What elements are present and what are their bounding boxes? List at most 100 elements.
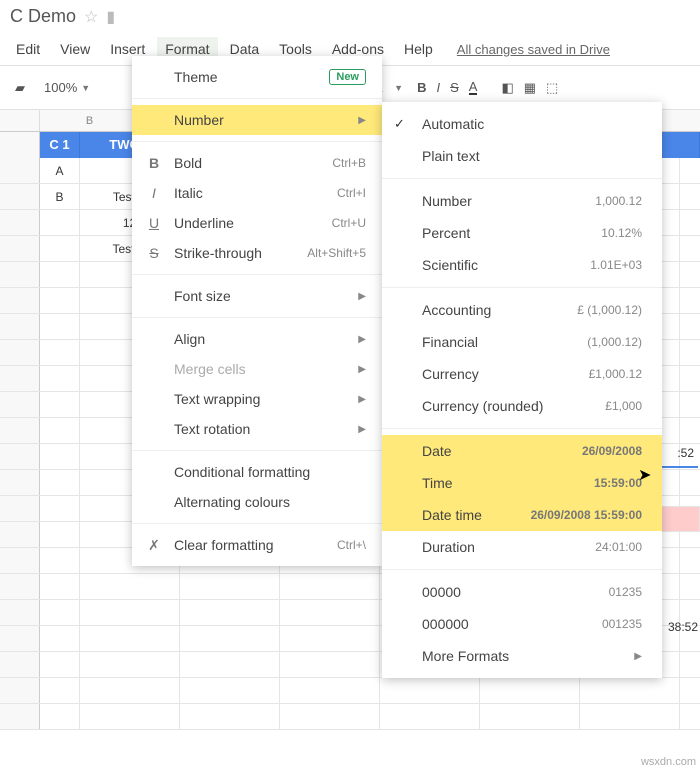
number-format-00000[interactable]: 0000001235 (382, 576, 662, 608)
zoom-control[interactable]: 100% ▼ (44, 80, 90, 95)
number-format-accounting[interactable]: Accounting£ (1,000.12) (382, 294, 662, 326)
number-format-percent[interactable]: Percent10.12% (382, 217, 662, 249)
row-number[interactable] (0, 340, 40, 365)
cell[interactable] (40, 340, 80, 365)
star-icon[interactable]: ☆ (84, 7, 98, 27)
row-number[interactable] (0, 158, 40, 183)
row-number[interactable] (0, 496, 40, 521)
number-format-automatic[interactable]: ✓Automatic (382, 108, 662, 140)
italic-button[interactable]: I (436, 80, 440, 95)
cell[interactable] (280, 678, 380, 703)
cell[interactable] (40, 496, 80, 521)
number-format-financial[interactable]: Financial(1,000.12) (382, 326, 662, 358)
cell[interactable] (180, 574, 280, 599)
cell[interactable] (480, 678, 580, 703)
cell[interactable] (40, 418, 80, 443)
cell[interactable] (80, 574, 180, 599)
cell[interactable] (40, 210, 80, 235)
number-format-more-formats[interactable]: More Formats▶ (382, 640, 662, 672)
row-number[interactable] (0, 548, 40, 573)
number-format-000000[interactable]: 000000001235 (382, 608, 662, 640)
cell[interactable] (40, 652, 80, 677)
cell[interactable] (40, 366, 80, 391)
saved-status-link[interactable]: All changes saved in Drive (457, 42, 610, 57)
number-format-duration[interactable]: Duration24:01:00 (382, 531, 662, 563)
number-format-plain-text[interactable]: Plain text (382, 140, 662, 172)
number-format-currency[interactable]: Currency£1,000.12 (382, 358, 662, 390)
row-number[interactable] (0, 704, 40, 729)
menu-font-size[interactable]: Font size ▶ (132, 281, 382, 311)
cell[interactable] (380, 704, 480, 729)
cell[interactable] (280, 600, 380, 625)
cell[interactable] (40, 392, 80, 417)
cell[interactable] (280, 652, 380, 677)
cell[interactable] (40, 262, 80, 287)
cell[interactable] (40, 444, 80, 469)
menu-bold[interactable]: B Bold Ctrl+B (132, 148, 382, 178)
data-header-c1[interactable]: C 1 (40, 132, 80, 158)
row-number[interactable] (0, 288, 40, 313)
cell[interactable] (80, 678, 180, 703)
cell[interactable] (180, 678, 280, 703)
number-format-time[interactable]: Time15:59:00 (382, 467, 662, 499)
cell[interactable] (40, 626, 80, 651)
number-format-date[interactable]: Date26/09/2008 (382, 435, 662, 467)
row-number[interactable] (0, 522, 40, 547)
corner-cell[interactable] (0, 110, 40, 131)
row-number[interactable] (0, 210, 40, 235)
row-number[interactable] (0, 444, 40, 469)
cell[interactable] (40, 704, 80, 729)
menu-strike[interactable]: S Strike-through Alt+Shift+5 (132, 238, 382, 268)
row-number[interactable] (0, 626, 40, 651)
cell[interactable] (40, 548, 80, 573)
cell[interactable] (40, 600, 80, 625)
row-number[interactable] (0, 262, 40, 287)
cell[interactable] (40, 470, 80, 495)
cell[interactable] (280, 704, 380, 729)
menu-italic[interactable]: I Italic Ctrl+I (132, 178, 382, 208)
menu-alternating[interactable]: Alternating colours (132, 487, 382, 517)
table-row[interactable] (0, 678, 700, 704)
cell[interactable] (280, 626, 380, 651)
cell[interactable] (80, 704, 180, 729)
menu-clear-formatting[interactable]: ✗ Clear formatting Ctrl+\ (132, 530, 382, 560)
row-number[interactable] (0, 184, 40, 209)
cell[interactable] (80, 652, 180, 677)
row-number[interactable] (0, 366, 40, 391)
cell[interactable] (80, 626, 180, 651)
folder-icon[interactable]: ▮ (106, 7, 115, 27)
row-number[interactable] (0, 574, 40, 599)
row-number[interactable] (0, 314, 40, 339)
cell[interactable] (180, 600, 280, 625)
text-color-button[interactable]: A (469, 81, 478, 95)
menu-conditional[interactable]: Conditional formatting (132, 457, 382, 487)
cell[interactable]: B (40, 184, 80, 209)
row-header[interactable] (0, 132, 40, 158)
row-number[interactable] (0, 678, 40, 703)
row-number[interactable] (0, 652, 40, 677)
table-row[interactable] (0, 704, 700, 730)
paint-format-icon[interactable]: ▰ (10, 80, 30, 96)
cell[interactable] (180, 652, 280, 677)
cell[interactable] (40, 288, 80, 313)
cell[interactable] (40, 314, 80, 339)
cell[interactable] (40, 522, 80, 547)
cell[interactable] (580, 704, 680, 729)
cell[interactable]: A (40, 158, 80, 183)
row-number[interactable] (0, 392, 40, 417)
cell[interactable] (580, 678, 680, 703)
number-format-number[interactable]: Number1,000.12 (382, 185, 662, 217)
row-number[interactable] (0, 236, 40, 261)
row-number[interactable] (0, 418, 40, 443)
cell[interactable] (180, 704, 280, 729)
doc-title[interactable]: C Demo (10, 6, 76, 27)
fill-color-icon[interactable]: ◧ (501, 80, 513, 96)
cell[interactable] (480, 704, 580, 729)
borders-icon[interactable]: ▦ (524, 80, 536, 96)
row-number[interactable] (0, 600, 40, 625)
number-format-date-time[interactable]: Date time26/09/2008 15:59:00 (382, 499, 662, 531)
menu-wrap[interactable]: Text wrapping ▶ (132, 384, 382, 414)
cell[interactable] (180, 626, 280, 651)
merge-icon[interactable]: ⬚ (546, 80, 558, 96)
number-format-currency-rounded-[interactable]: Currency (rounded)£1,000 (382, 390, 662, 422)
